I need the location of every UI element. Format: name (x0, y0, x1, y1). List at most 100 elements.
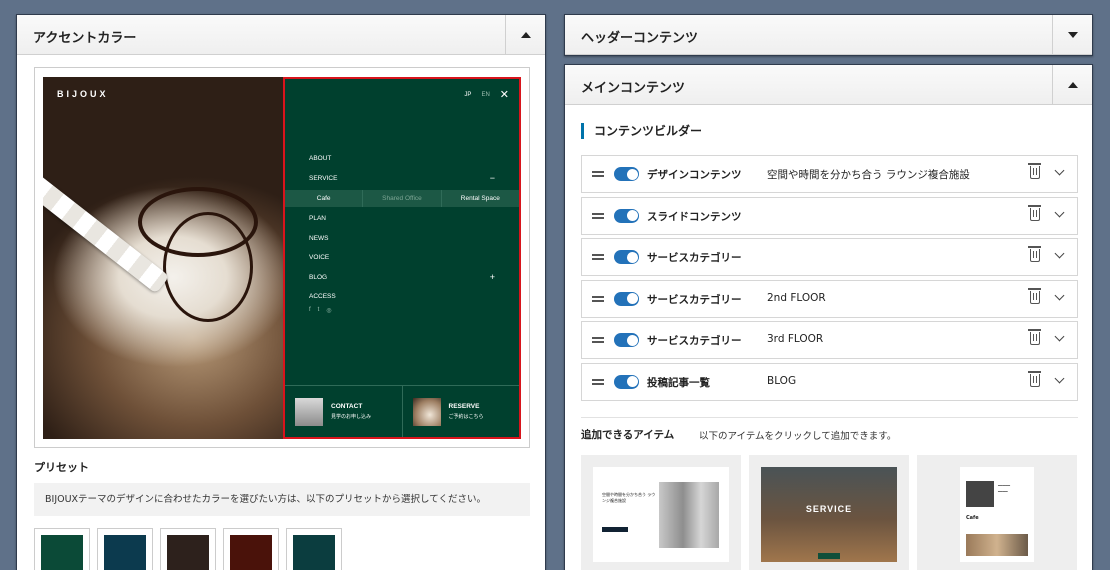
social-links: f t ◎ (309, 307, 332, 314)
preset-swatch-maroon[interactable] (223, 528, 279, 570)
content-row[interactable]: サービスカテゴリー 2nd FLOOR (581, 279, 1078, 318)
row-name: サービスカテゴリー (647, 335, 742, 348)
drag-handle-icon[interactable] (592, 295, 604, 302)
service-category-thumbnail: ━━━━━ ━━━━ Cafe (960, 467, 1034, 562)
chevron-down-icon[interactable] (1054, 165, 1065, 176)
header-content-panel-header[interactable]: ヘッダーコンテンツ (565, 15, 1092, 55)
thumbnail-heading: 空間や時間を分かち合う ラウンジ複合施設 (602, 492, 656, 503)
trash-icon[interactable] (1028, 163, 1041, 179)
preset-label: プリセット (34, 461, 89, 474)
submenu-rental-space[interactable]: Rental Space (442, 190, 519, 207)
add-item-slide-content[interactable]: SERVICE (749, 455, 909, 570)
menu-item-voice[interactable]: VOICE (285, 248, 519, 268)
lang-jp[interactable]: JP (464, 92, 471, 98)
addable-items-title: 追加できるアイテム (581, 429, 675, 441)
chevron-down-icon[interactable] (1054, 248, 1065, 259)
header-content-panel: ヘッダーコンテンツ (564, 14, 1093, 56)
collapse-main-content-button[interactable] (1052, 65, 1092, 105)
content-row[interactable]: スライドコンテンツ (581, 196, 1078, 235)
reserve-subtitle: ご予約はこちら (448, 414, 484, 420)
twitter-icon[interactable]: t (318, 307, 320, 314)
service-submenu: Cafe Shared Office Rental Space (285, 190, 519, 207)
triangle-up-icon (1067, 82, 1078, 88)
header-content-panel-title: ヘッダーコンテンツ (581, 31, 699, 46)
reserve-cta[interactable]: RESERVE ご予約はこちら (403, 386, 520, 437)
accent-color-panel-title: アクセントカラー (33, 31, 137, 46)
trash-icon[interactable] (1028, 287, 1041, 304)
content-row[interactable]: サービスカテゴリー 3rd FLOOR (581, 321, 1078, 360)
row-name: サービスカテゴリー (647, 293, 742, 306)
minus-icon[interactable]: − (490, 169, 495, 189)
menu-item-blog[interactable]: BLOG + (285, 268, 519, 288)
thumbnail-button-shape (818, 553, 840, 559)
menu-item-access[interactable]: ACCESS (285, 287, 519, 307)
visibility-toggle[interactable] (614, 167, 639, 181)
triangle-down-icon (1067, 32, 1078, 38)
visibility-toggle[interactable] (614, 208, 639, 223)
main-content-panel-header[interactable]: メインコンテンツ (565, 65, 1092, 105)
thumbnail-text-lines: ━━━━━ ━━━━ (998, 483, 1011, 494)
preset-swatch-navy[interactable] (97, 528, 153, 570)
contact-cta[interactable]: CONTACT 見学のお申し込み (285, 386, 403, 437)
thumbnail-heading: Cafe (966, 515, 979, 521)
thumbnail-button-shape (602, 527, 628, 532)
menu-item-news[interactable]: NEWS (285, 229, 519, 249)
chevron-down-icon[interactable] (1054, 331, 1065, 342)
row-subtitle: 空間や時間を分かち合う ラウンジ複合施設 (767, 169, 970, 181)
drag-handle-icon[interactable] (592, 212, 604, 219)
collapse-accent-color-button[interactable] (505, 15, 545, 55)
expand-header-content-button[interactable] (1052, 15, 1092, 55)
visibility-toggle[interactable] (614, 333, 639, 348)
visibility-toggle[interactable] (614, 250, 639, 265)
lang-en[interactable]: EN (481, 92, 489, 98)
brand-logo: BIJOUX (57, 89, 109, 99)
slide-content-thumbnail: SERVICE (761, 467, 897, 562)
preset-swatch-green[interactable] (34, 528, 90, 570)
swatch-color (167, 535, 209, 570)
trash-icon[interactable] (1028, 246, 1041, 263)
chevron-down-icon[interactable] (1054, 373, 1065, 384)
chevron-down-icon[interactable] (1054, 207, 1065, 218)
trash-icon[interactable] (1028, 329, 1041, 346)
contact-subtitle: 見学のお申し込み (331, 414, 372, 420)
facebook-icon[interactable]: f (309, 307, 311, 314)
preview-drawer-menu: JP EN ✕ ABOUT SERVICE − Cafe Shared Offic… (283, 77, 521, 439)
content-row[interactable]: 投稿記事一覧 BLOG (581, 362, 1078, 401)
thumbnail-image (966, 534, 1028, 556)
add-item-service-category[interactable]: ━━━━━ ━━━━ Cafe (917, 455, 1077, 570)
swatch-color (293, 535, 335, 570)
drag-handle-icon[interactable] (592, 337, 604, 344)
row-subtitle: 2nd FLOOR (767, 291, 826, 304)
submenu-cafe[interactable]: Cafe (285, 190, 364, 207)
accent-color-panel: アクセントカラー BIJOUX JP EN ✕ ABOUT SERVICE− (16, 14, 546, 570)
trash-icon[interactable] (1028, 370, 1041, 387)
thumbnail-heading: SERVICE (805, 504, 853, 514)
chevron-down-icon[interactable] (1054, 290, 1065, 301)
menu-item-service[interactable]: SERVICE − (285, 169, 519, 189)
accent-color-panel-header[interactable]: アクセントカラー (17, 15, 545, 55)
drag-handle-icon[interactable] (592, 254, 604, 261)
row-name: スライドコンテンツ (647, 210, 742, 223)
visibility-toggle[interactable] (614, 291, 639, 306)
trash-icon[interactable] (1028, 204, 1041, 221)
preset-swatch-teal[interactable] (286, 528, 342, 570)
content-row[interactable]: デザインコンテンツ 空間や時間を分かち合う ラウンジ複合施設 (581, 155, 1078, 193)
plus-icon[interactable]: + (490, 268, 495, 288)
add-item-design-content[interactable]: 空間や時間を分かち合う ラウンジ複合施設 (581, 455, 741, 570)
menu-item-about[interactable]: ABOUT (285, 149, 519, 169)
drag-handle-icon[interactable] (592, 171, 604, 177)
theme-preview-frame: BIJOUX JP EN ✕ ABOUT SERVICE − Cafe Share… (34, 67, 530, 448)
thumbnail-image (659, 482, 719, 548)
instagram-icon[interactable]: ◎ (326, 307, 331, 314)
row-subtitle: 3rd FLOOR (767, 333, 824, 346)
main-content-panel-title: メインコンテンツ (581, 81, 686, 96)
content-row[interactable]: サービスカテゴリー (581, 238, 1078, 277)
theme-preview: BIJOUX JP EN ✕ ABOUT SERVICE − Cafe Share… (43, 77, 521, 439)
preset-swatch-brown[interactable] (160, 528, 216, 570)
drag-handle-icon[interactable] (592, 378, 604, 385)
submenu-shared-office[interactable]: Shared Office (363, 190, 442, 207)
close-icon[interactable]: ✕ (500, 88, 509, 101)
content-builder-rows: デザインコンテンツ 空間や時間を分かち合う ラウンジ複合施設 スライドコンテンツ… (581, 155, 1078, 405)
visibility-toggle[interactable] (614, 374, 639, 389)
menu-item-plan[interactable]: PLAN (285, 209, 519, 229)
